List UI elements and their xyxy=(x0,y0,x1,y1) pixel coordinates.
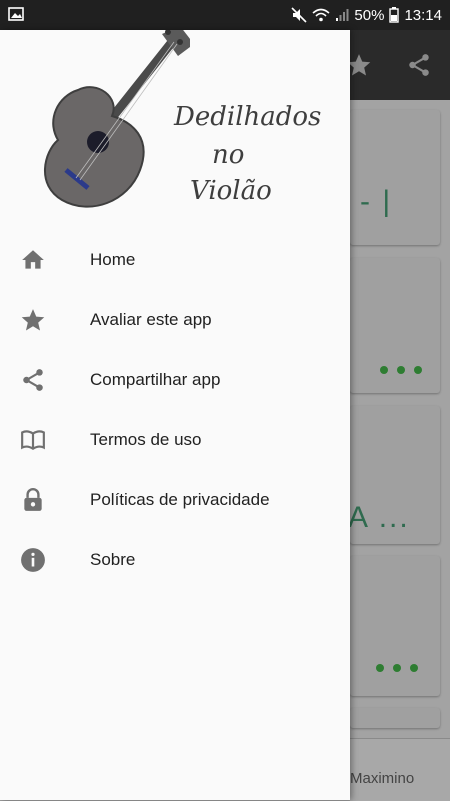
logo-text-line3: Violão xyxy=(190,176,272,206)
drawer-menu: Home Avaliar este app Compartilhar app T… xyxy=(0,230,350,590)
battery-percent: 50% xyxy=(354,6,385,24)
battery-icon xyxy=(389,7,400,23)
status-bar: 50% 13:14 xyxy=(0,0,450,30)
logo-text-line2: no xyxy=(212,140,245,170)
star-icon xyxy=(21,309,45,331)
image-notification-icon xyxy=(8,7,24,21)
menu-item-label: Termos de uso xyxy=(90,430,202,449)
menu-item-privacy[interactable]: Políticas de privacidade xyxy=(0,470,350,530)
menu-item-label: Avaliar este app xyxy=(90,310,212,329)
home-icon xyxy=(22,250,44,269)
menu-item-about[interactable]: Sobre xyxy=(0,530,350,590)
toolbar-share-icon[interactable] xyxy=(406,52,432,78)
logo-text-line1: Dedilhados xyxy=(174,102,322,132)
background-card[interactable] xyxy=(350,556,440,696)
wifi-icon xyxy=(312,8,330,22)
info-icon xyxy=(21,548,45,572)
menu-item-label: Sobre xyxy=(90,550,136,569)
menu-item-terms[interactable]: Termos de uso xyxy=(0,410,350,470)
menu-item-share[interactable]: Compartilhar app xyxy=(0,350,350,410)
mute-icon xyxy=(291,7,307,23)
menu-item-rate[interactable]: Avaliar este app xyxy=(0,290,350,350)
book-icon xyxy=(21,430,45,450)
guitar-icon xyxy=(44,30,190,208)
card-dots xyxy=(380,366,422,374)
app-logo: Dedilhados no Violão xyxy=(40,30,322,220)
background-card[interactable]: A ... xyxy=(348,406,440,544)
clock: 13:14 xyxy=(404,6,442,24)
menu-item-home[interactable]: Home xyxy=(0,230,350,290)
background-card xyxy=(350,708,440,728)
card-dots xyxy=(376,664,418,672)
signal-icon xyxy=(336,9,349,21)
card-text: - | xyxy=(360,185,393,218)
menu-item-label: Compartilhar app xyxy=(90,370,221,389)
background-card[interactable]: - | xyxy=(350,110,440,245)
card-text: A ... xyxy=(348,501,410,534)
lock-icon xyxy=(24,488,42,511)
share-icon xyxy=(23,369,43,391)
background-card[interactable] xyxy=(350,258,440,393)
menu-item-label: Políticas de privacidade xyxy=(90,490,270,509)
bottom-name: Maximino xyxy=(350,770,415,787)
navigation-drawer: Dedilhados no Violão Home Avaliar este a… xyxy=(0,30,350,800)
menu-item-label: Home xyxy=(90,250,136,269)
background-bottom-bar: Maximino xyxy=(350,738,450,801)
